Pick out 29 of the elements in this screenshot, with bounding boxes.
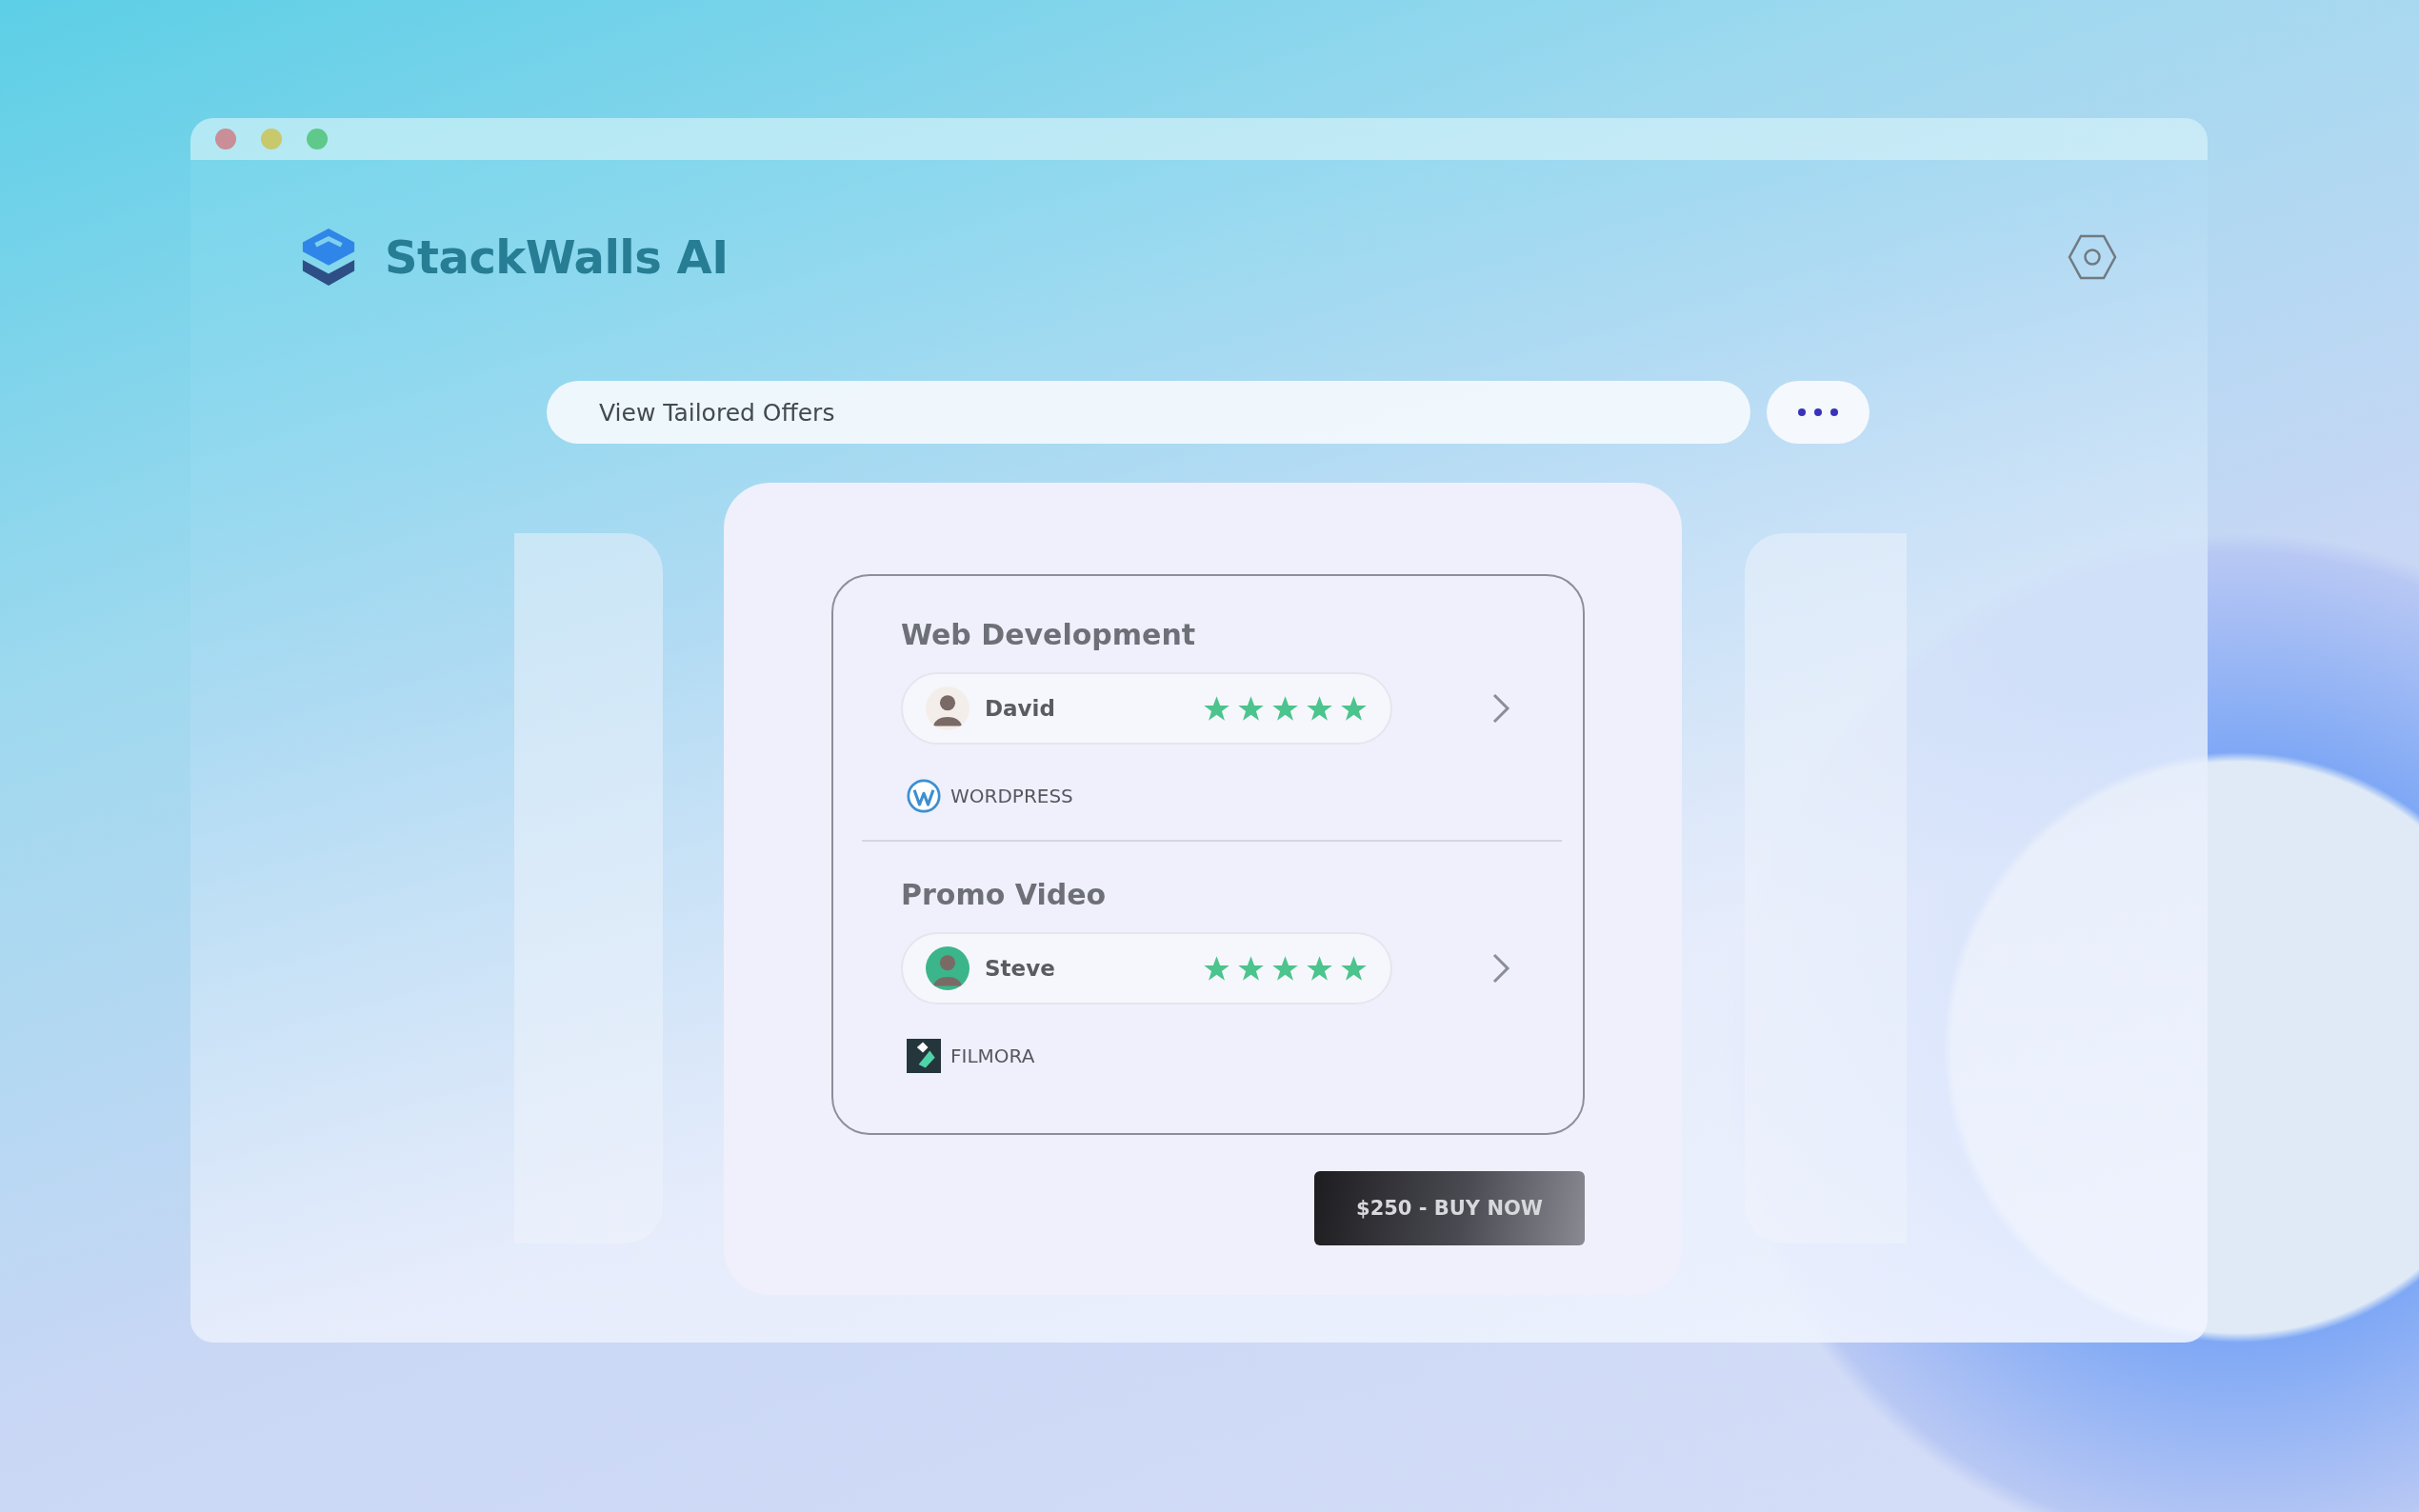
star-icon: [1271, 695, 1299, 722]
chevron-right-icon[interactable]: [1491, 692, 1510, 725]
star-icon: [1237, 695, 1265, 722]
star-icon: [1306, 955, 1333, 982]
provider-name: David: [985, 696, 1056, 721]
provider-pill[interactable]: Steve: [901, 932, 1392, 1005]
brand-name: StackWalls AI: [385, 230, 729, 284]
more-icon: [1797, 408, 1839, 417]
close-icon[interactable]: [215, 129, 236, 149]
star-icon: [1203, 955, 1230, 982]
provider-name: Steve: [985, 956, 1056, 981]
star-icon: [1237, 955, 1265, 982]
tool-name: FILMORA: [950, 1044, 1035, 1067]
star-icon: [1340, 695, 1368, 722]
diamond-logo-icon: [907, 1039, 941, 1073]
buy-now-button[interactable]: $250 - BUY NOW: [1314, 1171, 1585, 1245]
category-title: Web Development: [901, 618, 1197, 651]
category-title: Promo Video: [901, 878, 1108, 911]
star-icon: [1340, 955, 1368, 982]
maximize-icon[interactable]: [307, 129, 328, 149]
star-icon: [1271, 955, 1299, 982]
tool-name: WORDPRESS: [950, 785, 1073, 807]
provider-pill[interactable]: David: [901, 672, 1392, 745]
star-icon: [1306, 695, 1333, 722]
star-icon: [1203, 695, 1230, 722]
w-logo-icon: [907, 779, 941, 813]
settings-icon[interactable]: [2068, 232, 2117, 282]
search-field[interactable]: View Tailored Offers: [547, 381, 1750, 444]
chevron-right-icon[interactable]: [1491, 952, 1510, 985]
